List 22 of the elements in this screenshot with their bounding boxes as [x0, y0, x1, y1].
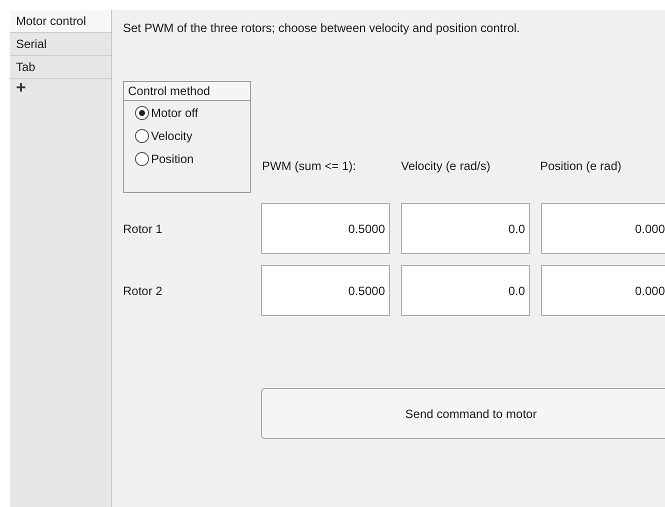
radio-label: Position: [151, 150, 194, 168]
radio-label: Velocity: [151, 128, 192, 144]
row-label: Rotor 2: [123, 282, 164, 300]
radio-label: Motor off: [151, 104, 198, 122]
radio-button[interactable]: [135, 128, 149, 142]
send-command-button[interactable]: Send command to motor: [261, 388, 665, 439]
row-label: Rotor 1: [123, 220, 164, 238]
radio-button[interactable]: [135, 152, 149, 166]
add-tab-button[interactable]: +: [16, 79, 26, 97]
column-header: Position (e rad): [540, 158, 622, 175]
column-header: Velocity (e rad/s): [401, 158, 492, 175]
column-header: PWM (sum <= 1):: [262, 158, 358, 175]
input-field[interactable]: 0.0: [401, 203, 530, 254]
input-field[interactable]: 0.0: [401, 265, 530, 316]
input-field[interactable]: 0.000: [541, 265, 665, 316]
tab[interactable]: Motor control: [10, 10, 111, 33]
input-field[interactable]: 0.5000: [261, 203, 390, 254]
radio-button[interactable]: [135, 106, 149, 120]
panel-title: Control method: [124, 82, 250, 101]
description-text: Set PWM of the three rotors; choose between velocity and position control.: [123, 20, 521, 35]
input-field[interactable]: 0.000: [541, 203, 665, 254]
input-field[interactable]: 0.5000: [261, 265, 390, 316]
